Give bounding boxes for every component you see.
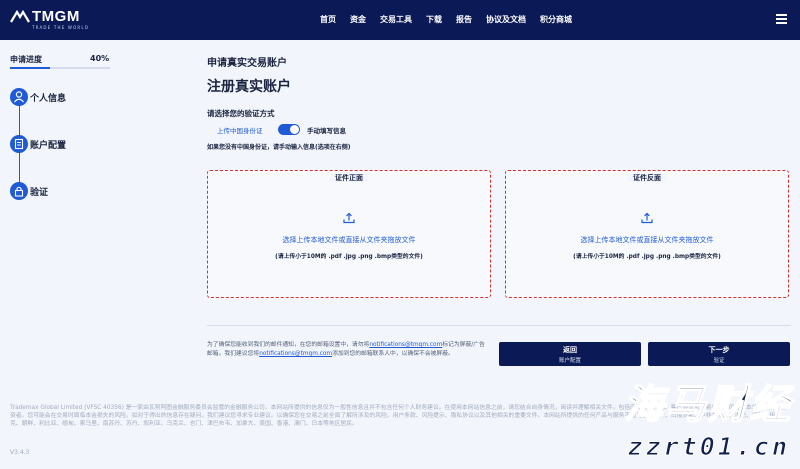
nav-trading-tools[interactable]: 交易工具 (380, 14, 412, 25)
notice-text-3: 添加到您的邮箱联系人中，以确保不会被屏蔽。 (332, 351, 454, 357)
upload-front-title-wrap: 证件正面 (208, 165, 490, 184)
next-button-sublabel: 验证 (713, 358, 725, 364)
nav-points-mall[interactable]: 积分商城 (540, 14, 572, 25)
upload-back-action[interactable]: 选择上传本地文件或直接从文件夹拖放文件 (506, 235, 788, 245)
upload-back-title-wrap: 证件反面 (506, 165, 788, 184)
next-button-label: 下一步 (708, 346, 730, 354)
nav-reports[interactable]: 报告 (456, 14, 472, 25)
step-label-account-config: 账户配置 (30, 141, 67, 151)
notice-email-link-2[interactable]: notifications@tmgm.com (259, 351, 332, 357)
progress-label: 申请进度 (10, 55, 42, 64)
progress-bar (10, 67, 110, 69)
upload-back-title: 证件反面 (628, 174, 666, 182)
back-button-sublabel: 账户配置 (558, 358, 581, 364)
progress-bar-fill (10, 67, 50, 69)
logo-text: TMGM (32, 8, 80, 25)
toggle-option-manual-entry[interactable]: 手动填写信息 (307, 125, 346, 135)
nav-funds[interactable]: 资金 (350, 14, 366, 25)
verification-method-toggle[interactable] (278, 124, 300, 135)
version-label: V3.4.3 (10, 449, 30, 456)
back-button[interactable]: 返回 账户配置 (499, 342, 641, 366)
back-button-label: 返回 (563, 346, 577, 354)
watermark-url: zzrt01.cn (627, 432, 790, 462)
toggle-option-upload-id[interactable]: 上传中国身份证 (217, 125, 263, 135)
application-sidebar: 申请进度 40% 个人信息 账户配置 验证 (0, 40, 120, 280)
nav-home[interactable]: 首页 (320, 14, 336, 25)
verification-method-label: 请选择您的验证方式 (207, 109, 275, 118)
step-label-personal-info: 个人信息 (30, 94, 67, 104)
watermark: 海马财经 zzrt01.cn (556, 372, 796, 469)
email-notice: 为了确保您能收到我们的邮件通知，在您的邮箱设置中，请勿将notification… (207, 341, 487, 359)
person-icon (10, 88, 28, 106)
page-title: 注册真实账户 (207, 79, 291, 95)
manual-entry-note: 如果您没有中国身份证，请手动输入信息(选项在右侧) (207, 144, 351, 151)
upload-icon (641, 212, 653, 224)
logo-tagline: TRADE THE WORLD (32, 25, 90, 30)
upload-back-dropzone[interactable]: 证件反面 选择上传本地文件或直接从文件夹拖放文件 (请上传小于10M的 .pdf… (505, 170, 789, 298)
hamburger-icon[interactable] (776, 14, 787, 24)
page-pretitle: 申请真实交易账户 (207, 58, 287, 69)
watermark-title: 海马财经 (623, 381, 792, 429)
logo-mark-icon (10, 10, 30, 23)
nav-agreements-docs[interactable]: 协议及文档 (486, 14, 526, 25)
toggle-knob (290, 125, 299, 134)
main-nav: 首页 资金 交易工具 下载 报告 协议及文档 积分商城 (320, 14, 572, 25)
upload-back-hint: (请上传小于10M的 .pdf .jpg .png .bmp类型的文件) (573, 254, 721, 260)
notice-text-1: 为了确保您能收到我们的邮件通知，在您的邮箱设置中，请勿将 (207, 342, 370, 348)
notice-email-link[interactable]: notifications@tmgm.com (369, 342, 442, 348)
form-divider (207, 325, 791, 326)
upload-icon (343, 212, 355, 224)
nav-download[interactable]: 下载 (426, 14, 442, 25)
lock-icon (10, 182, 28, 200)
upload-front-dropzone[interactable]: 证件正面 选择上传本地文件或直接从文件夹拖放文件 (请上传小于10M的 .pdf… (207, 170, 491, 298)
upload-front-action[interactable]: 选择上传本地文件或直接从文件夹拖放文件 (208, 235, 490, 245)
step-label-verification: 验证 (30, 188, 49, 198)
upload-front-title: 证件正面 (330, 174, 368, 182)
upload-front-hint: (请上传小于10M的 .pdf .jpg .png .bmp类型的文件) (275, 254, 423, 260)
progress-value: 40% (90, 54, 110, 63)
next-button[interactable]: 下一步 验证 (648, 342, 790, 366)
top-navigation-bar: TMGM TRADE THE WORLD 首页 资金 交易工具 下载 报告 协议… (0, 0, 800, 40)
document-icon (10, 135, 28, 153)
